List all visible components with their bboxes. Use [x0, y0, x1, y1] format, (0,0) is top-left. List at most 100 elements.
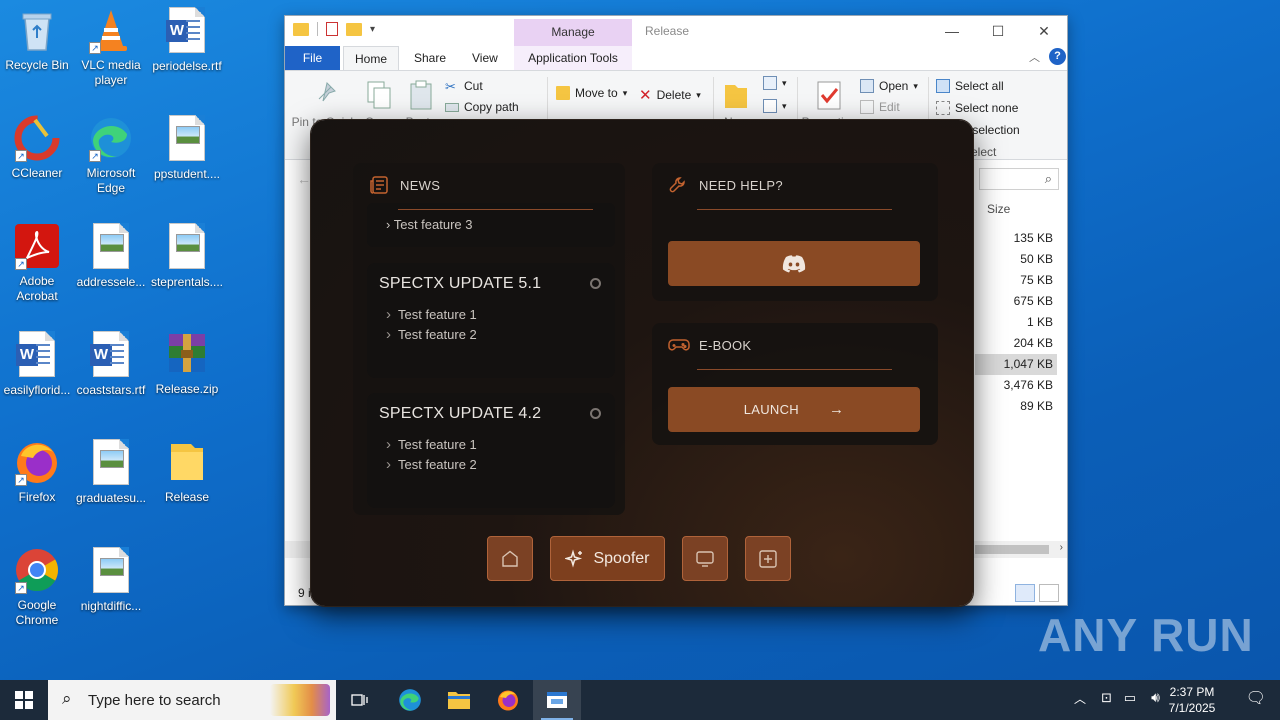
select-none-button[interactable]: Select none — [936, 101, 1018, 115]
edit-button[interactable]: Edit — [860, 100, 900, 114]
title-underline — [697, 369, 892, 370]
desktop-icon-firefox[interactable]: ↗ Firefox — [0, 438, 74, 505]
taskbar-file-explorer-button[interactable] — [435, 680, 483, 720]
help-icon[interactable]: ? — [1049, 48, 1066, 65]
collapse-ribbon-icon[interactable]: ︿ — [1029, 49, 1040, 65]
desktop-icon-periodelse[interactable]: W periodelse.rtf — [150, 6, 224, 74]
discord-button[interactable] — [668, 241, 920, 286]
desktop-icon-vlc[interactable]: ↗ VLC media player — [74, 6, 148, 88]
desktop-icon-edge[interactable]: ↗ Microsoft Edge — [74, 114, 148, 196]
file-size-selected[interactable]: 1,047 KB — [975, 354, 1057, 375]
desktop-icon-label: nightdiffic... — [80, 599, 142, 613]
maximize-button[interactable]: ☐ — [975, 16, 1021, 46]
desktop-icon-adobe-acrobat[interactable]: ↗ Adobe Acrobat — [0, 222, 74, 304]
taskbar-edge-button[interactable] — [386, 680, 434, 720]
desktop-icon-recycle-bin[interactable]: Recycle Bin — [0, 6, 74, 73]
details-view-icon[interactable] — [1015, 584, 1035, 602]
search-box[interactable]: ⌕ — [979, 168, 1059, 190]
desktop-icon-coaststars[interactable]: W coaststars.rtf — [74, 330, 148, 398]
nav-add-button[interactable] — [745, 536, 791, 581]
open-icon — [860, 79, 874, 93]
tab-application-tools[interactable]: Application Tools — [514, 46, 632, 70]
tab-share[interactable]: Share — [414, 51, 446, 65]
word-document-icon: W — [87, 331, 135, 379]
sparkles-icon — [565, 548, 583, 568]
desktop-icon-steprentals[interactable]: steprentals.... — [150, 222, 224, 290]
tab-file[interactable]: File — [285, 46, 340, 70]
select-all-button[interactable]: Select all — [936, 79, 1004, 93]
clock[interactable]: 2:37 PM 7/1/2025 — [1162, 684, 1222, 716]
arrow-right-icon: → — [828, 401, 845, 418]
update-card[interactable]: SPECTX UPDATE 5.1 Test feature 1 Test fe… — [367, 263, 615, 378]
scroll-right-arrow-icon[interactable]: › — [1060, 542, 1063, 553]
desktop-icon-nightdiffic[interactable]: nightdiffic... — [74, 546, 148, 614]
scrollbar-thumb[interactable] — [975, 545, 1049, 554]
desktop-icon-label: graduatesu... — [75, 491, 147, 505]
nav-monitor-button[interactable] — [682, 536, 728, 581]
discord-icon — [782, 254, 806, 272]
volume-icon[interactable]: 🔊︎ — [1151, 689, 1160, 706]
size-column-header[interactable]: Size — [987, 202, 1010, 216]
move-to-button[interactable]: Move to ▾ — [556, 86, 627, 100]
feature-item: Test feature 1 — [386, 436, 477, 453]
image-file-icon — [163, 115, 211, 163]
file-size[interactable]: 89 KB — [975, 396, 1057, 417]
desktop-icon-ppstudent[interactable]: ppstudent.... — [150, 114, 224, 182]
desktop-icon-easilyflorid[interactable]: W easilyflorid... — [0, 330, 74, 398]
taskbar-search-box[interactable]: ⌕ Type here to search — [48, 680, 336, 720]
large-icons-view-icon[interactable] — [1039, 584, 1059, 602]
clock-date: 7/1/2025 — [1168, 701, 1216, 715]
search-icon: ⌕ — [1044, 171, 1052, 186]
manage-tab[interactable]: Manage — [514, 19, 632, 46]
file-size[interactable]: 1 KB — [975, 312, 1057, 333]
taskbar-firefox-button[interactable] — [484, 680, 532, 720]
copy-path-button[interactable]: Copy path — [445, 100, 519, 114]
launch-button[interactable]: LAUNCH → — [668, 387, 920, 432]
desktop-icon-release-zip[interactable]: Release.zip — [150, 330, 224, 397]
nav-home-button[interactable] — [487, 536, 533, 581]
start-button[interactable] — [0, 680, 48, 720]
desktop-icon-release-folder[interactable]: Release — [150, 438, 224, 505]
update-card[interactable]: SPECTX UPDATE 4.2 Test feature 1 Test fe… — [367, 393, 615, 508]
back-arrow-icon[interactable]: ← — [297, 171, 311, 187]
need-help-title: NEED HELP? — [699, 178, 783, 193]
new-folder-icon[interactable] — [346, 22, 362, 36]
notifications-icon[interactable]: 🗨︎ — [1246, 688, 1266, 708]
minimize-button[interactable]: — — [929, 16, 975, 46]
nav-spoofer-button[interactable]: Spoofer — [550, 536, 665, 581]
tab-home[interactable]: Home — [343, 46, 399, 71]
open-button[interactable]: Open ▾ — [860, 79, 918, 93]
show-hidden-icons-icon[interactable]: ︿ — [1074, 690, 1086, 707]
news-panel: NEWS › Test feature 3 SPECTX UPDATE 5.1 … — [353, 163, 625, 515]
desktop-icon-graduatesu[interactable]: graduatesu... — [74, 438, 148, 506]
acrobat-icon: ↗ — [13, 222, 61, 270]
file-size[interactable]: 3,476 KB — [975, 375, 1057, 396]
chevron-down-icon[interactable]: ▾ — [370, 24, 375, 35]
properties-icon[interactable] — [326, 22, 338, 36]
easy-access-button[interactable]: ▾ — [763, 99, 787, 113]
new-item-button[interactable]: ▾ — [763, 76, 787, 90]
meet-now-icon[interactable]: ⊡ — [1101, 690, 1112, 706]
spoofer-label: Spoofer — [593, 549, 650, 567]
file-size[interactable]: 204 KB — [975, 333, 1057, 354]
gamepad-icon — [668, 335, 690, 360]
file-size[interactable]: 50 KB — [975, 249, 1057, 270]
file-size[interactable]: 675 KB — [975, 291, 1057, 312]
file-size[interactable]: 75 KB — [975, 270, 1057, 291]
taskbar-spoofer-app-button[interactable] — [533, 680, 581, 720]
ribbon-tabs: File Home Share View Application Tools ︿… — [285, 46, 1067, 71]
desktop-icon-google-chrome[interactable]: ↗ Google Chrome — [0, 546, 74, 628]
desktop-icon-ccleaner[interactable]: ↗ CCleaner — [0, 114, 74, 181]
scissors-icon: ✂ — [445, 79, 456, 94]
task-view-button[interactable] — [336, 680, 384, 720]
search-icon: ⌕ — [62, 689, 72, 708]
cut-button[interactable]: ✂ Cut — [445, 79, 483, 94]
desktop-icon-addressele[interactable]: addressele... — [74, 222, 148, 290]
tab-view[interactable]: View — [472, 51, 498, 65]
file-size[interactable]: 135 KB — [975, 228, 1057, 249]
network-icon[interactable]: ▭ — [1124, 690, 1136, 706]
divider — [317, 22, 318, 36]
delete-button[interactable]: ✕ Delete ▾ — [639, 86, 701, 104]
close-button[interactable]: ✕ — [1021, 16, 1067, 46]
ccleaner-icon: ↗ — [13, 114, 61, 162]
